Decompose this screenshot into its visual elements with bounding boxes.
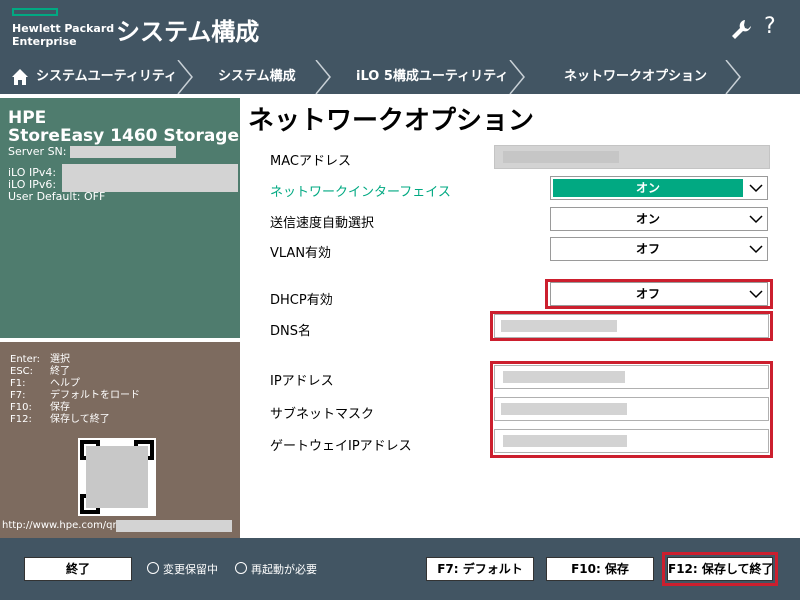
chevron-right-icon: [509, 60, 525, 94]
network-interface-select[interactable]: オン: [550, 176, 768, 200]
app-title: システム構成: [116, 18, 260, 46]
chevron-down-icon: [749, 245, 763, 254]
chevron-right-icon: [315, 60, 331, 94]
ip-redacted: [503, 371, 625, 383]
qref-url[interactable]: http://www.hpe.com/qref/: [2, 520, 129, 531]
hpe-logo: Hewlett Packard Enterprise: [12, 8, 114, 48]
qr-redacted: [86, 446, 148, 508]
subnet-mask-input[interactable]: [494, 397, 769, 421]
breadcrumb-item-ilo5[interactable]: iLO 5構成ユーティリティ: [356, 60, 508, 94]
breadcrumb-item-system-config[interactable]: システム構成: [218, 60, 296, 94]
exit-button[interactable]: 終了: [24, 557, 132, 581]
chevron-down-icon: [749, 290, 763, 299]
subnet-redacted: [501, 403, 627, 415]
brand-line-2: Enterprise: [12, 35, 77, 48]
page-title: ネットワークオプション: [248, 106, 535, 136]
app-header: Hewlett Packard Enterprise システム構成 ?: [0, 0, 800, 60]
pending-changes-radio: [147, 562, 159, 574]
reboot-required-radio: [235, 562, 247, 574]
qr-code: [78, 438, 156, 516]
ip-address-label: IPアドレス: [270, 374, 334, 389]
gateway-label: ゲートウェイIPアドレス: [270, 439, 412, 454]
dhcp-value: オフ: [635, 287, 660, 301]
chevron-down-icon: [749, 184, 763, 193]
reboot-required-label: 再起動が必要: [251, 563, 317, 576]
home-icon[interactable]: [11, 68, 29, 86]
gateway-redacted: [503, 435, 627, 447]
help-icon[interactable]: ?: [764, 14, 776, 39]
f7-default-button[interactable]: F7: デフォルト: [426, 557, 534, 581]
vlan-label: VLAN有効: [270, 246, 332, 261]
dhcp-label: DHCP有効: [270, 293, 333, 308]
server-info-panel: HPE StoreEasy 1460 Storage Server SN: iL…: [0, 98, 240, 338]
auto-negotiate-value: オン: [635, 212, 660, 226]
ip-redacted: [62, 164, 238, 192]
f10-save-button[interactable]: F10: 保存: [546, 557, 654, 581]
vlan-select[interactable]: オフ: [550, 237, 768, 261]
breadcrumb-item-system-utilities[interactable]: システムユーティリティ: [36, 60, 177, 94]
hotkey-key: F12:: [10, 414, 32, 425]
mac-address-field: [494, 145, 770, 169]
auto-negotiate-label: 送信速度自動選択: [270, 216, 375, 231]
dhcp-select[interactable]: オフ: [550, 282, 768, 306]
hotkey-action: 保存して終了: [50, 414, 110, 425]
chevron-right-icon: [177, 60, 193, 94]
serial-label: Server SN:: [8, 145, 67, 158]
vlan-value: オフ: [635, 242, 660, 256]
chevron-right-icon: [725, 60, 741, 94]
ip-address-input[interactable]: [494, 365, 769, 389]
product-name: StoreEasy 1460 Storage: [8, 126, 240, 146]
user-default-label: User Default: OFF: [8, 190, 106, 203]
vendor-name: HPE: [8, 108, 47, 128]
breadcrumb-item-network-options[interactable]: ネットワークオプション: [564, 60, 707, 94]
serial-redacted: [70, 146, 176, 158]
mac-address-label: MACアドレス: [270, 154, 351, 169]
hotkeys-panel: Enter: 選択 ESC: 終了 F1: ヘルプ F7: デフォルトをロード F10:…: [0, 342, 240, 538]
url-redacted: [116, 520, 232, 532]
breadcrumb: システムユーティリティ システム構成 iLO 5構成ユーティリティ ネットワーク…: [0, 60, 800, 94]
wrench-icon[interactable]: [730, 18, 752, 42]
dns-redacted: [501, 320, 617, 332]
subnet-mask-label: サブネットマスク: [270, 407, 375, 422]
pending-changes-label: 変更保留中: [163, 563, 218, 576]
network-interface-label: ネットワークインターフェイス: [270, 185, 451, 200]
auto-negotiate-select[interactable]: オン: [550, 207, 768, 231]
network-interface-value: オン: [553, 179, 743, 197]
mac-redacted: [503, 151, 619, 163]
gateway-input[interactable]: [494, 429, 769, 453]
dns-name-label: DNS名: [270, 324, 311, 339]
hotkey-f12: F12: 保存して終了: [10, 410, 110, 425]
f12-save-exit-button[interactable]: F12: 保存して終了: [667, 557, 774, 581]
chevron-down-icon: [749, 215, 763, 224]
brand-line-1: Hewlett Packard: [12, 22, 115, 35]
dns-name-input[interactable]: [494, 314, 769, 338]
hpe-logo-mark: [12, 8, 58, 16]
footer-bar: 終了 変更保留中 再起動が必要 F7: デフォルト F10: 保存 F12: 保…: [0, 538, 800, 600]
